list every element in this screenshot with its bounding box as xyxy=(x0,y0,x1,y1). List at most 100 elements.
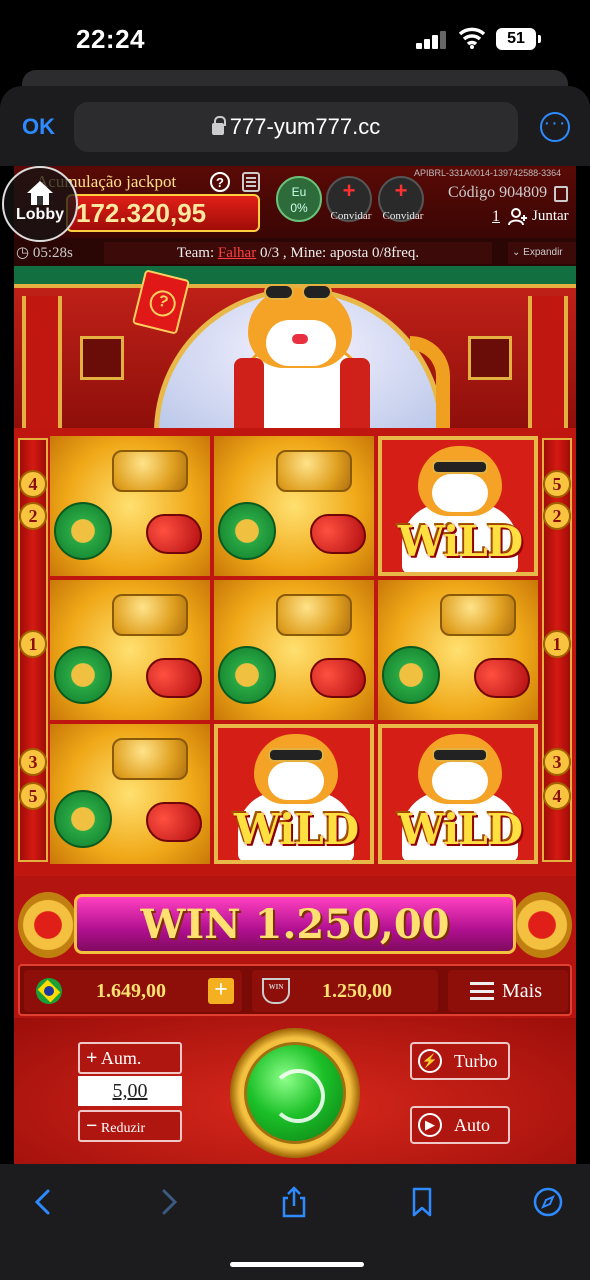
tassel-icon xyxy=(146,802,202,842)
gold-ingot-icon xyxy=(112,738,188,780)
more-options-icon[interactable]: ··· xyxy=(540,112,570,142)
share-icon[interactable] xyxy=(278,1186,310,1218)
game-top-bar: Acumulação jackpot ? 172.320,95 Eu 0% + … xyxy=(14,166,576,238)
signal-icon xyxy=(416,29,450,49)
decrease-bet-button[interactable]: − Reduzir xyxy=(78,1110,182,1142)
lobby-button[interactable]: Lobby xyxy=(2,166,78,242)
balance-bar: 1.649,00 + WIN 1.250,00 Mais xyxy=(18,964,572,1016)
controls-panel: + Aum. 5,00 − Reduzir ⚡ Turbo ▶ Auto xyxy=(14,1018,576,1164)
menu-icon xyxy=(470,982,494,1000)
gold-ingot-icon xyxy=(112,594,188,636)
battery-icon: 51 xyxy=(496,28,541,50)
jade-ingot-symbol xyxy=(50,580,210,720)
url-field[interactable]: 777-yum777.cc xyxy=(74,102,518,152)
expand-button[interactable]: ⌄ Expandir xyxy=(508,242,576,264)
temple-window xyxy=(468,336,512,380)
jade-coin-icon xyxy=(54,646,112,704)
self-percent: 0% xyxy=(290,201,308,215)
gold-ingot-icon xyxy=(440,594,516,636)
url-text: 777-yum777.cc xyxy=(229,114,381,139)
spin-arrow-icon xyxy=(271,1069,325,1123)
team-bar: ◷ 05:28s Team: Falhar 0/3 , Mine: aposta… xyxy=(14,238,576,266)
help-icon[interactable]: ? xyxy=(210,172,230,192)
last-win-box: WIN 1.250,00 xyxy=(252,970,438,1012)
wild-symbol: WiLD xyxy=(378,724,538,864)
tassel-icon xyxy=(310,658,366,698)
gold-ingot-icon xyxy=(276,594,352,636)
more-label: Mais xyxy=(502,980,542,1002)
last-win-value: 1.250,00 xyxy=(322,980,392,1002)
jade-coin-icon xyxy=(218,502,276,560)
increase-bet-button[interactable]: + Aum. xyxy=(78,1042,182,1074)
game-scene xyxy=(14,266,576,446)
line-number: 3 xyxy=(543,748,571,776)
forward-icon[interactable] xyxy=(152,1186,184,1218)
jade-coin-icon xyxy=(54,790,112,848)
lock-icon xyxy=(211,116,226,135)
wild-label: WiLD xyxy=(397,517,523,566)
wild-label: WiLD xyxy=(397,805,523,854)
line-number: 4 xyxy=(19,470,47,498)
invite-label: Convidar xyxy=(330,210,372,222)
trophy-icon: WIN xyxy=(262,978,290,1004)
list-icon[interactable] xyxy=(242,172,260,192)
temple-pillar xyxy=(528,296,568,436)
reels-frame: 4 2 1 3 5 5 2 1 3 4 WiLD WiLD WiLD xyxy=(14,428,576,876)
auto-button[interactable]: ▶ Auto xyxy=(410,1106,510,1144)
win-amount: WIN 1.250,00 xyxy=(74,894,516,954)
tassel-icon xyxy=(310,514,366,554)
spin-frame xyxy=(230,1028,360,1158)
reel-grid: WiLD WiLD WiLD xyxy=(50,436,540,866)
win-banner: WIN 1.250,00 xyxy=(14,884,576,966)
jade-ingot-symbol xyxy=(378,580,538,720)
team-fail-link[interactable]: Falhar xyxy=(218,245,256,261)
home-icon xyxy=(27,181,53,205)
line-number: 4 xyxy=(543,782,571,810)
browser-toolbar xyxy=(0,1164,590,1280)
invite-label: Convidar xyxy=(382,210,424,222)
code-label: Código 904809 xyxy=(448,184,548,201)
temple-pillar xyxy=(22,296,62,436)
lightning-icon: ⚡ xyxy=(418,1049,442,1073)
line-number: 5 xyxy=(543,470,571,498)
invite-button-1[interactable]: + Convidar xyxy=(326,176,372,222)
jade-ingot-symbol xyxy=(214,436,374,576)
bookmarks-icon[interactable] xyxy=(406,1186,438,1218)
line-number: 2 xyxy=(543,502,571,530)
jade-ingot-symbol xyxy=(50,436,210,576)
bet-value: 5,00 xyxy=(78,1076,182,1106)
line-number: 5 xyxy=(19,782,47,810)
invite-button-2[interactable]: + Convidar xyxy=(378,176,424,222)
status-time: 22:24 xyxy=(76,24,145,54)
team-status: Team: Falhar 0/3 , Mine: aposta 0/8freq. xyxy=(104,242,492,264)
more-button[interactable]: Mais xyxy=(448,970,568,1012)
compass-icon[interactable] xyxy=(532,1186,564,1218)
plus-icon: + xyxy=(342,178,356,203)
deposit-plus-button[interactable]: + xyxy=(208,978,234,1004)
line-number: 2 xyxy=(19,502,47,530)
api-id: APIBRL-331A0014-139742588-3364 xyxy=(414,168,562,178)
turbo-button[interactable]: ⚡ Turbo xyxy=(410,1042,510,1080)
self-label: Eu xyxy=(291,185,307,199)
play-icon: ▶ xyxy=(418,1113,442,1137)
user-plus-icon[interactable] xyxy=(508,208,528,226)
back-icon[interactable] xyxy=(28,1186,60,1218)
self-badge[interactable]: Eu 0% xyxy=(276,176,322,222)
brazil-flag-icon xyxy=(36,978,62,1004)
temple-window xyxy=(80,336,124,380)
spin-button[interactable] xyxy=(244,1042,346,1144)
jade-coin-icon xyxy=(54,502,112,560)
tiger-mascot xyxy=(224,278,374,440)
ok-button[interactable]: OK xyxy=(22,114,55,140)
gold-ingot-icon xyxy=(112,450,188,492)
browser-address-bar: OK 777-yum777.cc ··· xyxy=(0,86,590,166)
home-indicator xyxy=(230,1262,364,1267)
timer: ◷ 05:28s xyxy=(16,245,73,261)
gold-ingot-icon xyxy=(276,450,352,492)
join-button[interactable]: Juntar xyxy=(532,208,569,225)
bet-panel: + Aum. 5,00 − Reduzir xyxy=(78,1042,182,1142)
wild-symbol: WiLD xyxy=(214,724,374,864)
lobby-label: Lobby xyxy=(16,206,64,223)
copy-icon[interactable] xyxy=(554,186,568,202)
jade-coin-icon xyxy=(382,646,440,704)
